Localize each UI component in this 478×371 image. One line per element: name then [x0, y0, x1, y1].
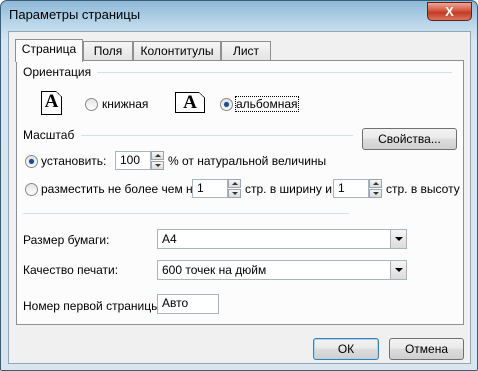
fit-to-label[interactable]: разместить не более чем на:	[41, 182, 203, 196]
page-setup-dialog: Параметры страницы X Страница Поля Колон…	[0, 0, 478, 371]
spin-down-icon[interactable]	[369, 189, 382, 198]
fit-pages-tall-input[interactable]: 1	[333, 179, 369, 198]
landscape-label[interactable]: альбомная	[235, 96, 299, 112]
first-page-number-label: Номер первой страницы:	[23, 299, 164, 313]
fit-to-radio[interactable]	[25, 183, 38, 196]
fit-pages-wide-suffix: стр. в ширину и	[245, 182, 332, 196]
fit-pages-wide-spinner[interactable]	[228, 179, 241, 198]
orientation-heading: Ориентация	[23, 65, 92, 79]
spin-down-icon[interactable]	[228, 189, 241, 198]
scale-bottom-divider	[23, 213, 349, 214]
scale-divider	[81, 135, 353, 136]
paper-size-label: Размер бумаги:	[23, 233, 110, 247]
adjust-percent-input[interactable]: 100	[115, 151, 151, 170]
print-quality-select[interactable]: 600 точек на дюйм	[157, 260, 407, 280]
ok-button[interactable]: ОК	[313, 338, 379, 360]
scale-heading: Масштаб	[23, 128, 75, 142]
tab-margins[interactable]: Поля	[83, 41, 133, 61]
spin-up-icon[interactable]	[228, 179, 241, 188]
tab-sheet[interactable]: Лист	[221, 41, 271, 61]
landscape-radio[interactable]	[220, 98, 233, 111]
cancel-button[interactable]: Отмена	[389, 338, 464, 360]
fit-pages-tall-suffix: стр. в высоту	[386, 182, 460, 196]
first-page-number-input[interactable]: Авто	[157, 294, 219, 314]
paper-size-select[interactable]: А4	[157, 229, 407, 249]
properties-button[interactable]: Свойства...	[362, 128, 457, 150]
chevron-down-icon[interactable]	[390, 230, 406, 248]
adjust-percent-suffix: % от натуральной величины	[168, 154, 327, 168]
tab-panel-page: Ориентация A книжная A альбомная Масштаб…	[16, 60, 464, 325]
spin-up-icon[interactable]	[369, 179, 382, 188]
adjust-to-label[interactable]: установить:	[41, 154, 106, 168]
spin-down-icon[interactable]	[151, 161, 164, 170]
print-quality-label: Качество печати:	[23, 263, 119, 277]
adjust-percent-spinner[interactable]	[151, 151, 164, 170]
portrait-page-icon: A	[41, 91, 62, 115]
portrait-radio[interactable]	[85, 98, 98, 111]
fit-pages-wide-input[interactable]: 1	[192, 179, 228, 198]
landscape-page-icon: A	[175, 92, 205, 113]
window-title: Параметры страницы	[9, 7, 141, 22]
title-bar[interactable]: Параметры страницы X	[1, 1, 477, 31]
tab-page[interactable]: Страница	[15, 39, 83, 62]
adjust-to-radio[interactable]	[25, 155, 38, 168]
paper-size-value: А4	[162, 232, 177, 246]
spin-up-icon[interactable]	[151, 151, 164, 160]
tab-header-footer[interactable]: Колонтитулы	[133, 41, 221, 61]
chevron-down-icon[interactable]	[390, 261, 406, 279]
portrait-label[interactable]: книжная	[102, 97, 148, 111]
orientation-divider	[97, 72, 452, 73]
fit-pages-tall-spinner[interactable]	[369, 179, 382, 198]
close-button[interactable]: X	[427, 2, 472, 21]
dialog-body: Страница Поля Колонтитулы Лист Ориентаци…	[8, 31, 471, 364]
print-quality-value: 600 точек на дюйм	[162, 263, 267, 277]
